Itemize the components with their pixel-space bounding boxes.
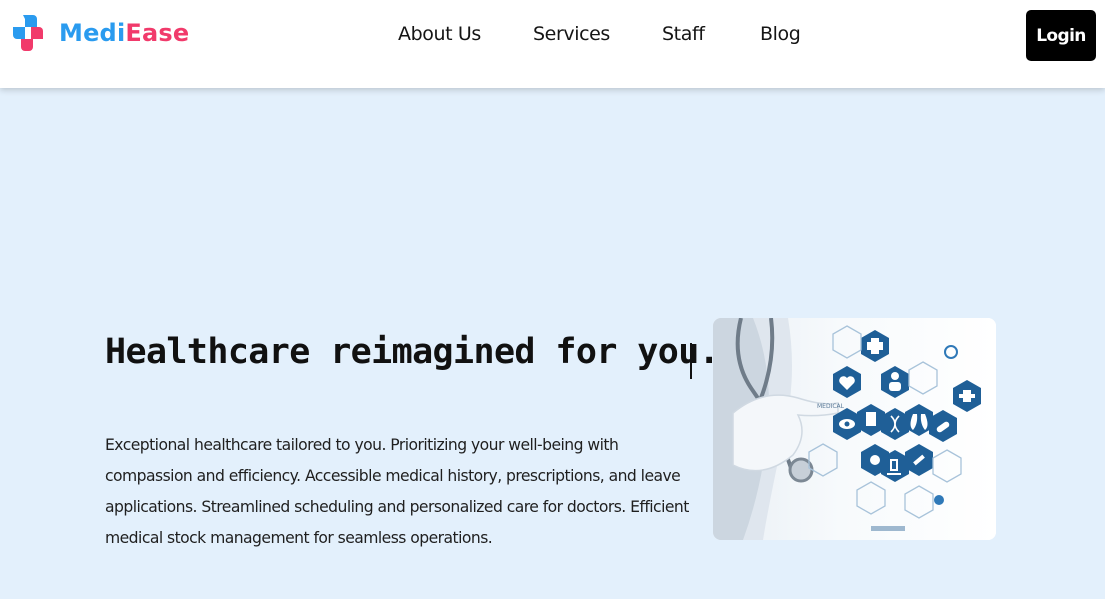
brand-logo[interactable]: MediEase — [9, 11, 189, 55]
nav-link-blog[interactable]: Blog — [760, 23, 801, 45]
brand-name-part2: Ease — [125, 19, 190, 47]
navbar: MediEase About Us Services Staff Blog Lo… — [0, 0, 1105, 88]
nav-link-about-us[interactable]: About Us — [398, 23, 481, 45]
image-badge-text: MEDICAL — [817, 403, 845, 410]
hero-description: Exceptional healthcare tailored to you. … — [105, 436, 689, 547]
nav-link-services[interactable]: Services — [533, 23, 610, 45]
brand-name: MediEase — [59, 19, 189, 47]
brand-name-part1: Medi — [59, 19, 126, 47]
hero-image: MEDICAL — [713, 318, 996, 540]
hero-title: Healthcare reimagined for you... — [105, 332, 761, 372]
typing-cursor — [690, 343, 692, 379]
nav-link-staff[interactable]: Staff — [662, 23, 705, 45]
login-button[interactable]: Login — [1026, 10, 1096, 61]
cross-logo-icon — [13, 15, 43, 51]
